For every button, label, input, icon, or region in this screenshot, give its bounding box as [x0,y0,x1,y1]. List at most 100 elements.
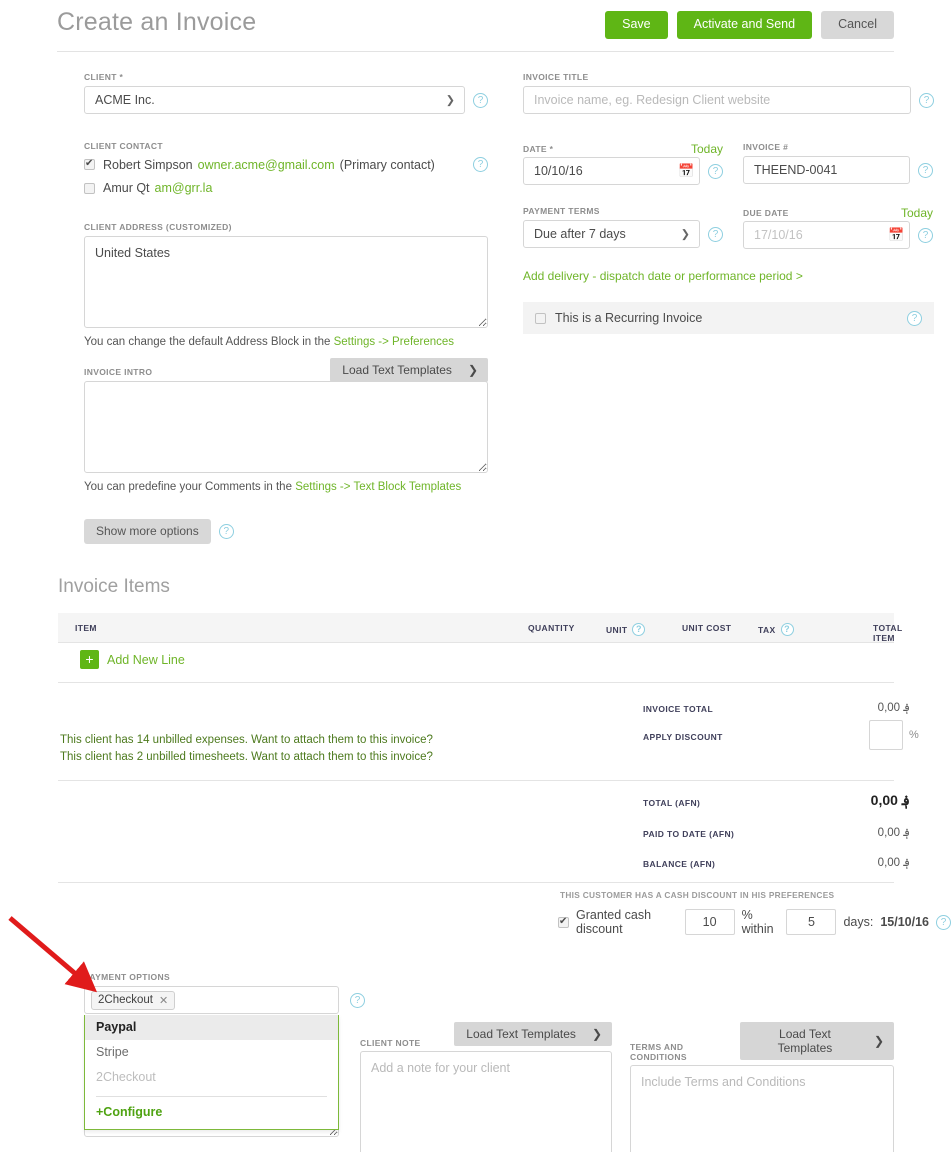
cash-discount-percent-input[interactable] [684,909,735,935]
dropdown-option-paypal[interactable]: Paypal [85,1015,338,1040]
divider [58,882,894,883]
cash-discount-days-input[interactable] [786,909,837,935]
address-settings-link[interactable]: Settings -> Preferences [334,336,455,348]
total-afn-label: TOTAL (AFN) [643,798,701,808]
recurring-invoice-row: This is a Recurring Invoice ? [523,302,934,334]
column-header-total-item: TOTAL ITEM [873,623,903,643]
granted-cash-discount-checkbox[interactable] [558,915,569,928]
granted-cash-discount-label: Granted cash discount [576,908,652,936]
contact-checkbox-primary[interactable] [84,157,95,170]
client-note-label: CLIENT NOTE [360,1038,421,1048]
payment-options-group: PAYMENT OPTIONS 2Checkout ✕ ? Paypal Str… [84,972,365,1130]
cash-discount-note: THIS CUSTOMER HAS A CASH DISCOUNT IN HIS… [560,890,835,900]
intro-templates-link[interactable]: Settings -> Text Block Templates [295,481,461,493]
cancel-button[interactable]: Cancel [821,11,894,39]
help-icon-invoice-number[interactable]: ? [918,162,933,178]
client-contact-group: CLIENT CONTACT Robert Simpson owner.acme… [84,141,488,195]
help-icon-contact[interactable]: ? [473,157,488,172]
help-icon-recurring[interactable]: ? [907,310,922,326]
invoice-title-input[interactable] [523,86,911,114]
plus-icon[interactable]: + [80,650,99,669]
terms-conditions-textarea[interactable] [630,1065,894,1152]
invoice-items-table-header: ITEM QUANTITY UNIT ? UNIT COST TAX ? TOT… [58,613,902,643]
unbilled-expenses-link[interactable]: This client has 14 unbilled expenses. Wa… [60,732,433,749]
help-icon-unit[interactable]: ? [632,623,646,636]
unbilled-timesheets-link[interactable]: This client has 2 unbilled timesheets. W… [60,749,433,766]
calendar-icon[interactable]: 📅 [678,164,694,178]
cash-discount-days-label: days: [843,915,874,929]
contact-email-secondary[interactable]: am@grr.la [155,181,213,195]
load-text-templates-terms-label: Load Text Templates [777,1027,833,1055]
help-icon-show-more[interactable]: ? [218,524,234,540]
client-label: CLIENT * [84,72,124,82]
load-text-templates-terms-button[interactable]: Load Text Templates ❯ [739,1022,894,1060]
dropdown-divider [96,1096,327,1097]
add-new-line-label[interactable]: Add New Line [107,653,185,667]
column-header-unit: UNIT ? [606,623,646,636]
balance-label: BALANCE (AFN) [643,859,716,869]
save-button[interactable]: Save [605,11,668,39]
recurring-invoice-checkbox[interactable] [535,312,546,324]
invoice-number-label: INVOICE # [743,142,789,152]
invoice-intro-textarea[interactable] [84,381,488,473]
payment-option-tag-label: 2Checkout [98,994,153,1006]
contact-email-primary[interactable]: owner.acme@gmail.com [198,158,335,172]
payment-options-dropdown: Paypal Stripe 2Checkout +Configure [84,1015,339,1130]
activate-and-send-button[interactable]: Activate and Send [676,11,813,39]
help-icon-cash-discount[interactable]: ? [936,914,951,930]
invoice-total-value: 0,00 ؋ [877,702,910,714]
dropdown-configure-link[interactable]: +Configure [85,1103,338,1123]
client-note-group: CLIENT NOTE Load Text Templates ❯ [360,1022,612,1152]
unbilled-links: This client has 14 unbilled expenses. Wa… [60,732,433,766]
load-text-templates-intro-button[interactable]: Load Text Templates ❯ [330,358,488,382]
paid-to-date-value: 0,00 ؋ [877,827,910,839]
date-invoiceno-row: DATE * Today 📅 ? INVOICE # ? [523,142,934,185]
invoice-number-input[interactable] [743,156,910,184]
payment-options-input[interactable]: 2Checkout ✕ [84,986,339,1014]
column-header-unit-label: UNIT [606,624,628,635]
due-date-input-wrap: 📅 [743,221,910,249]
help-icon-due-date[interactable]: ? [918,227,933,243]
contact-name-secondary: Amur Qt [103,181,150,195]
help-icon-payment-terms[interactable]: ? [708,226,723,242]
payment-options-label: PAYMENT OPTIONS [84,972,171,982]
cash-discount-date: 15/10/16 [880,915,929,929]
due-date-today-link[interactable]: Today [901,206,933,220]
payment-terms-select[interactable] [523,220,700,248]
calendar-icon[interactable]: 📅 [888,228,904,242]
cash-discount-within-label: % within [741,908,774,936]
help-icon-tax[interactable]: ? [780,623,794,636]
date-input[interactable] [523,157,700,185]
column-header-tax: TAX ? [758,623,794,636]
client-address-textarea[interactable]: United States [84,236,488,328]
date-input-wrap: 📅 [523,157,700,185]
client-address-label: CLIENT ADDRESS (CUSTOMIZED) [84,222,232,232]
column-header-quantity: QUANTITY [528,623,575,633]
help-icon-payment-options[interactable]: ? [350,993,365,1008]
help-icon-client[interactable]: ? [473,92,488,108]
client-select[interactable] [84,86,465,114]
contact-checkbox-secondary[interactable] [84,182,95,194]
payment-option-tag-2checkout[interactable]: 2Checkout ✕ [91,990,176,1010]
chevron-down-icon: ❯ [467,363,478,377]
apply-discount-label: APPLY DISCOUNT [643,732,723,742]
close-icon[interactable]: ✕ [159,994,168,1007]
paid-to-date-label: PAID TO DATE (AFN) [643,829,735,839]
help-icon-invoice-title[interactable]: ? [919,92,934,108]
due-date-input[interactable] [743,221,910,249]
left-form-column: CLIENT * ❯ ? CLIENT CONTACT Robert Simps… [84,72,488,545]
add-new-line-row[interactable]: + Add New Line [80,650,185,669]
page-header: Create an Invoice Save Activate and Send… [57,6,894,52]
divider [58,780,894,781]
load-text-templates-note-button[interactable]: Load Text Templates ❯ [454,1022,612,1046]
apply-discount-input[interactable] [869,720,903,750]
invoice-title-group: INVOICE TITLE ? [523,72,934,114]
date-today-link[interactable]: Today [691,142,723,156]
invoice-title-label: INVOICE TITLE [523,72,589,82]
add-delivery-link[interactable]: Add delivery - dispatch date or performa… [523,269,803,283]
show-more-options-button[interactable]: Show more options [84,519,211,545]
date-label: DATE * [523,144,554,154]
client-note-textarea[interactable] [360,1051,612,1152]
dropdown-option-stripe[interactable]: Stripe [85,1040,338,1065]
help-icon-date[interactable]: ? [708,163,723,179]
